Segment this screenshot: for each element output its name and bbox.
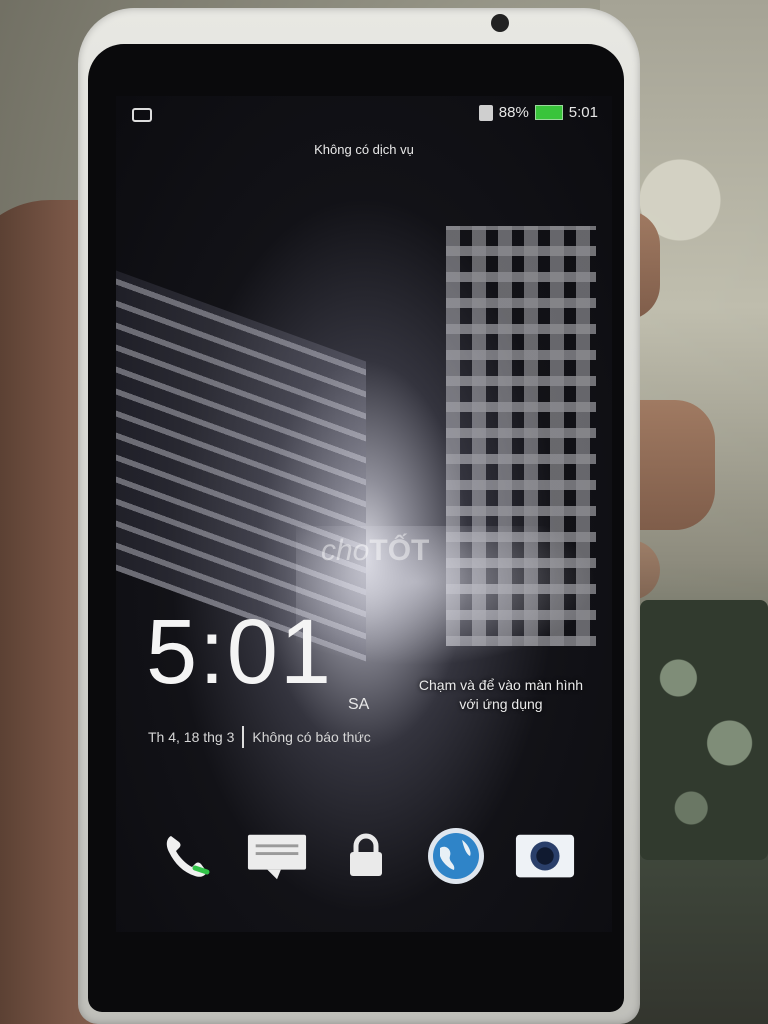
date-line: Th 4, 18 thg 3 Không có báo thức bbox=[148, 726, 371, 748]
camera-icon[interactable] bbox=[514, 825, 576, 887]
watermark-part1: cho bbox=[321, 534, 370, 567]
battery-icon bbox=[534, 105, 563, 120]
status-bar: 88% 5:01 bbox=[116, 96, 612, 136]
lockscreen-dock bbox=[156, 816, 576, 896]
messages-icon[interactable] bbox=[246, 825, 308, 887]
battery-percent: 88% bbox=[498, 104, 529, 121]
status-icons: 88% 5:01 bbox=[478, 104, 598, 121]
clock-time: 5:01 bbox=[146, 601, 334, 703]
clock-ampm: SA bbox=[348, 696, 370, 713]
phone-bezel: 88% 5:01 Không có dịch vụ choTỐT Chạm và… bbox=[88, 44, 624, 1012]
screenshot-icon bbox=[132, 108, 152, 122]
watermark-part2: TỐT bbox=[369, 534, 430, 567]
lock-icon[interactable] bbox=[335, 825, 397, 887]
lock-hint-line2: với ứng dụng bbox=[459, 695, 543, 712]
carpet-ornament bbox=[640, 600, 768, 860]
date-separator bbox=[242, 726, 245, 748]
status-time: 5:01 bbox=[568, 104, 598, 121]
lock-screen: 88% 5:01 Không có dịch vụ choTỐT Chạm và… bbox=[116, 96, 612, 932]
phone-icon[interactable] bbox=[156, 825, 218, 887]
lock-hint: Chạm và để vào màn hình với ứng dụng bbox=[416, 676, 586, 714]
alarm-text: Không có báo thức bbox=[252, 729, 371, 745]
sim-icon bbox=[478, 104, 493, 121]
smartphone: 88% 5:01 Không có dịch vụ choTỐT Chạm và… bbox=[78, 8, 640, 1024]
carrier-status: Không có dịch vụ bbox=[314, 142, 414, 157]
lock-hint-line1: Chạm và để vào màn hình bbox=[418, 677, 584, 693]
date-text: Th 4, 18 thg 3 bbox=[148, 729, 235, 745]
watermark: choTỐT bbox=[321, 534, 429, 568]
photo-scene: 88% 5:01 Không có dịch vụ choTỐT Chạm và… bbox=[0, 0, 768, 1024]
front-camera bbox=[491, 14, 509, 32]
browser-icon[interactable] bbox=[425, 825, 487, 887]
